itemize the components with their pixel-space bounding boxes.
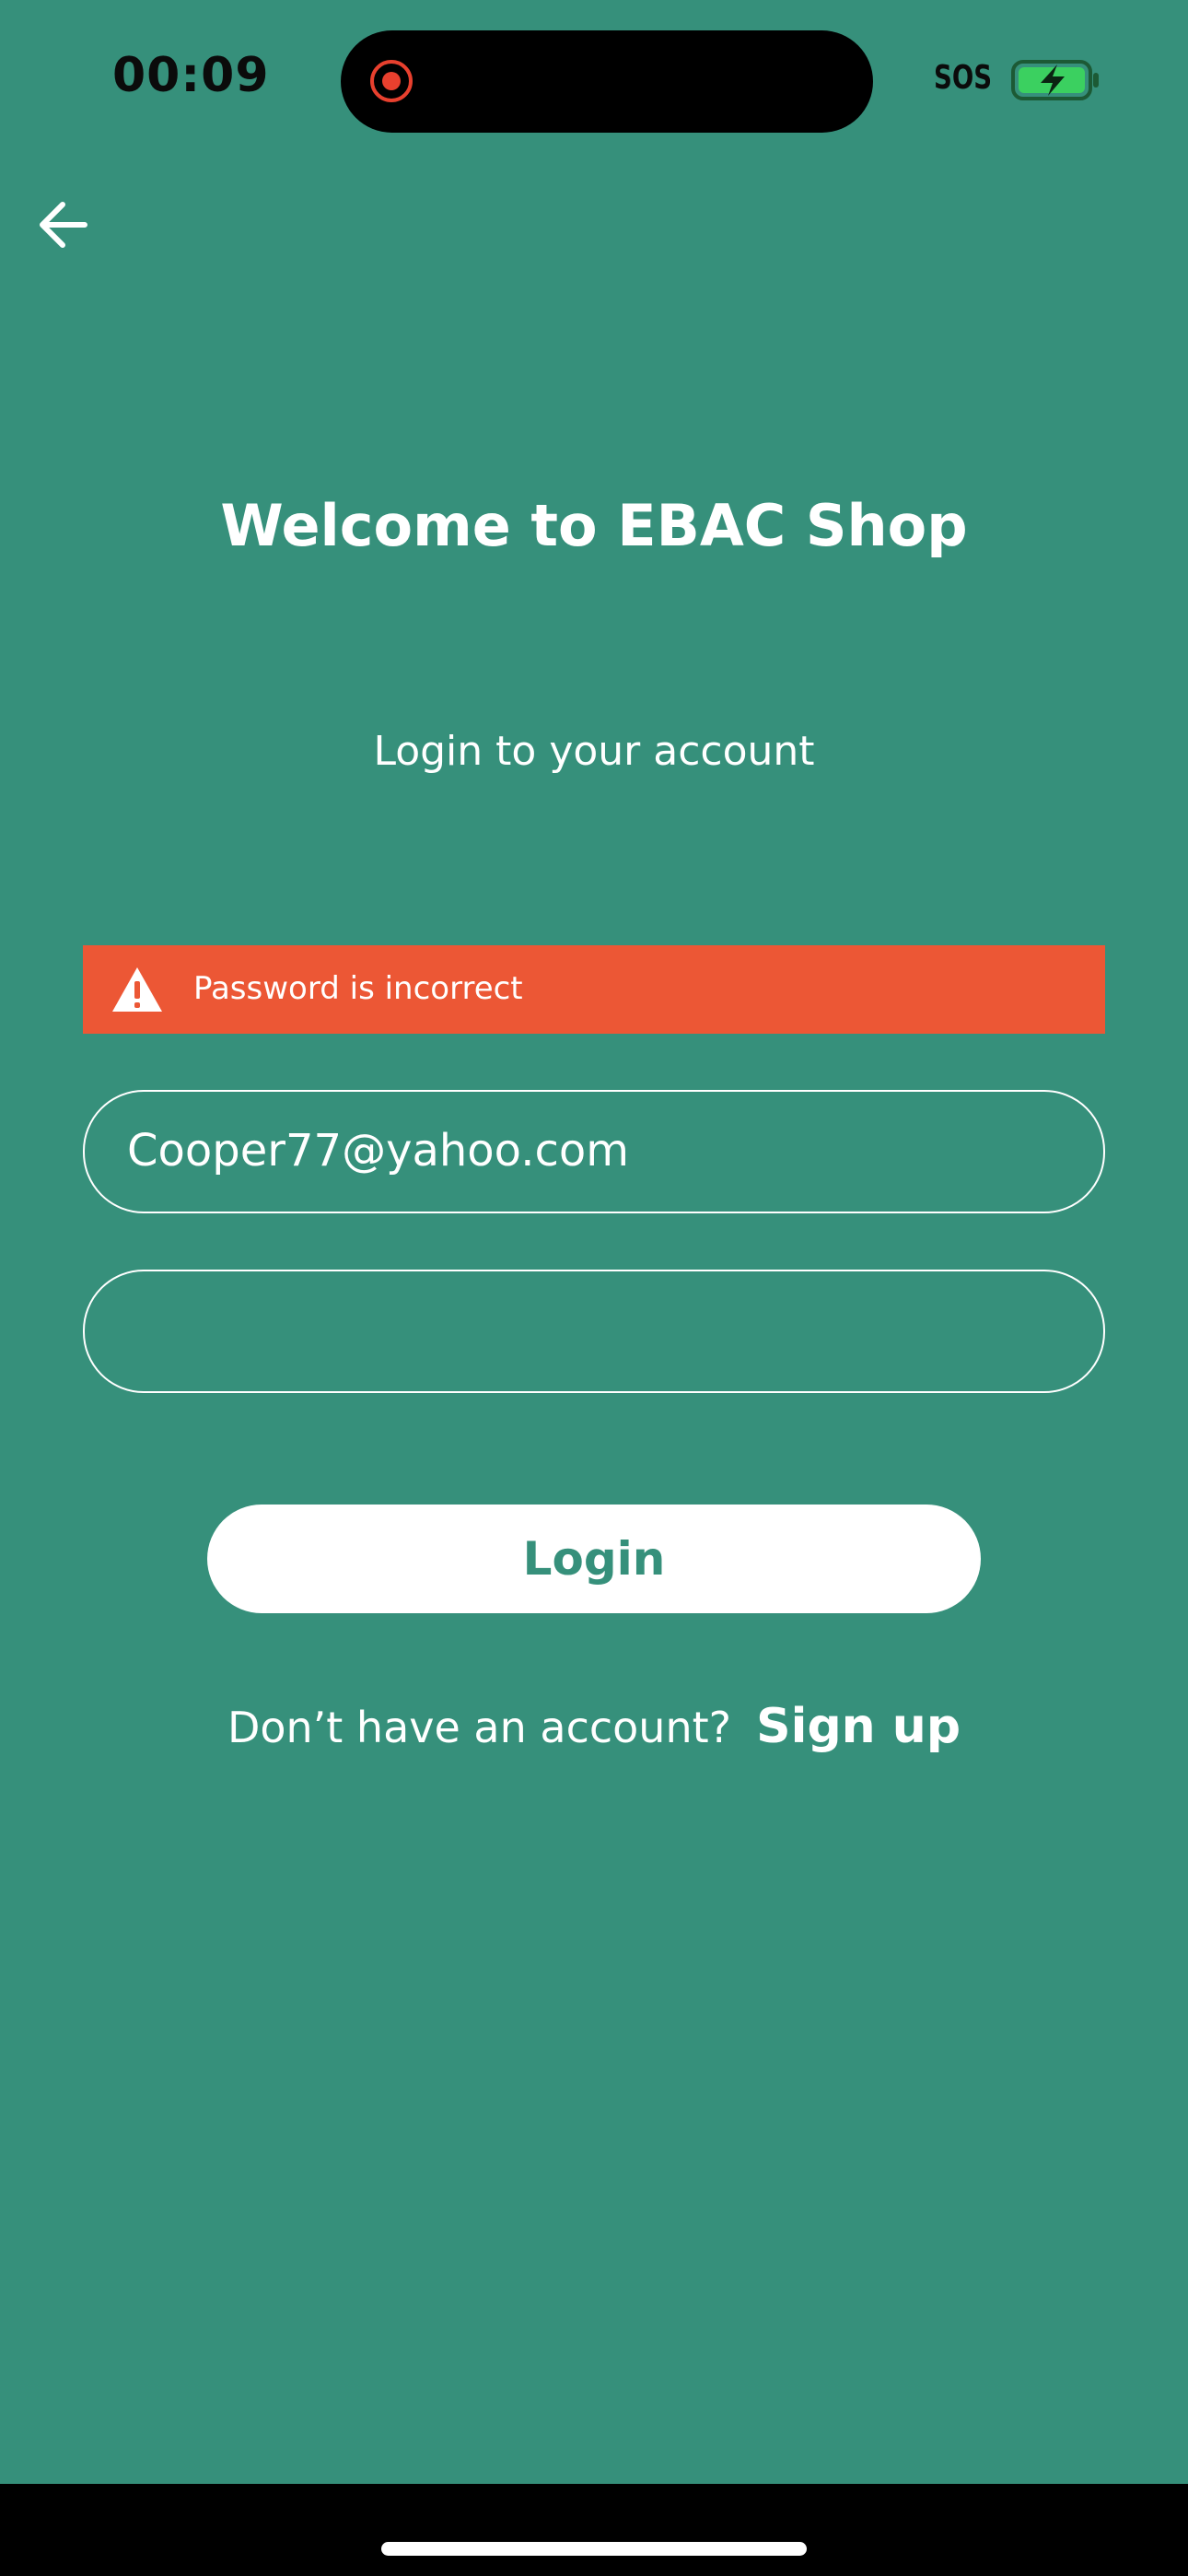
- password-field[interactable]: [83, 1270, 1105, 1393]
- page-title: Welcome to EBAC Shop: [220, 492, 968, 559]
- email-field[interactable]: Cooper77@yahoo.com: [83, 1090, 1105, 1213]
- login-screen: 00:09 SOS Welcome to EBAC Shop Login to …: [0, 0, 1188, 2484]
- signup-prompt: Don’t have an account?: [227, 1703, 732, 1752]
- error-message: Password is incorrect: [193, 970, 523, 1007]
- home-indicator[interactable]: [381, 2542, 807, 2556]
- email-value: Cooper77@yahoo.com: [127, 1125, 629, 1177]
- signup-row: Don’t have an account? Sign up: [0, 1699, 1188, 1754]
- status-time: 00:09: [112, 48, 270, 103]
- warning-icon: [112, 967, 162, 1012]
- page-subtitle: Login to your account: [373, 728, 815, 775]
- signup-link[interactable]: Sign up: [756, 1699, 961, 1754]
- error-banner: Password is incorrect: [83, 945, 1105, 1034]
- login-button[interactable]: Login: [207, 1505, 981, 1613]
- status-sos: SOS: [934, 59, 993, 97]
- screen-recording-icon: [370, 60, 413, 102]
- back-button[interactable]: [35, 197, 90, 252]
- arrow-left-icon: [40, 202, 87, 248]
- battery-charging-icon: [1011, 60, 1099, 100]
- home-bar-area: [0, 2484, 1188, 2576]
- dynamic-island: [341, 30, 873, 133]
